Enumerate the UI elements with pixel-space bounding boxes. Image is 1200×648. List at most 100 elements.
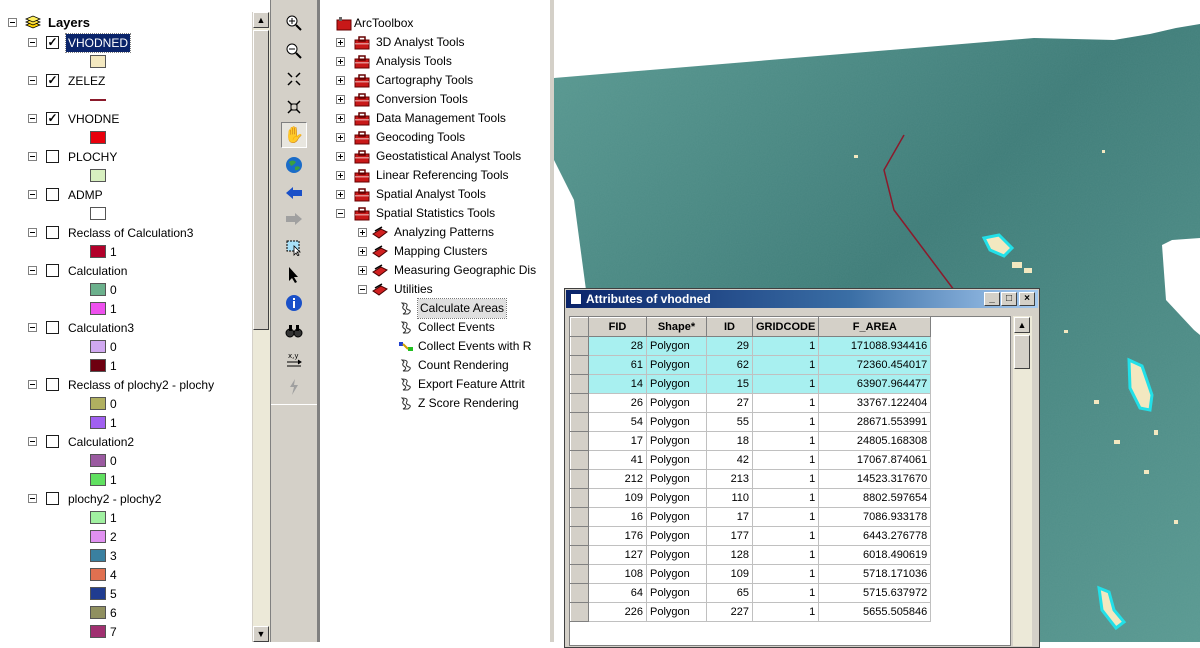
table-cell[interactable]: 1 — [751, 431, 820, 451]
table-cell[interactable]: 1 — [751, 507, 820, 527]
collapse-icon[interactable] — [28, 38, 37, 47]
table-cell[interactable]: 1 — [751, 545, 820, 565]
table-cell[interactable]: 8802.597654 — [818, 488, 932, 508]
row-selector[interactable] — [570, 488, 589, 508]
table-cell[interactable]: 109 — [588, 488, 647, 508]
pan-icon[interactable]: ✋ — [281, 122, 307, 148]
table-cell[interactable]: 27 — [706, 393, 753, 413]
table-cell[interactable]: 1 — [751, 450, 820, 470]
table-cell[interactable]: 14 — [588, 374, 647, 394]
row-selector[interactable] — [570, 602, 589, 622]
column-header[interactable]: F_AREA — [818, 317, 932, 337]
layer-name[interactable]: Calculation — [66, 262, 129, 280]
fill-symbol[interactable] — [90, 625, 106, 638]
collapse-icon[interactable] — [28, 266, 37, 275]
row-selector[interactable] — [570, 526, 589, 546]
table-cell[interactable]: 26 — [588, 393, 647, 413]
layer-visibility-checkbox[interactable] — [46, 378, 59, 391]
table-cell[interactable]: 17067.874061 — [818, 450, 932, 470]
table-cell[interactable]: 1 — [751, 583, 820, 603]
collapse-icon[interactable] — [28, 152, 37, 161]
table-row[interactable]: 61 Polygon 62 1 72360.454017 — [570, 355, 932, 375]
table-cell[interactable]: 5718.171036 — [818, 564, 932, 584]
table-row[interactable]: 109 Polygon 110 1 8802.597654 — [570, 488, 932, 508]
table-cell[interactable]: 17 — [706, 507, 753, 527]
table-cell[interactable]: 29 — [706, 336, 753, 356]
fixed-zoom-out-icon[interactable] — [281, 94, 307, 120]
hyperlink-icon[interactable] — [281, 374, 307, 400]
go-to-xy-icon[interactable]: x,y — [281, 346, 307, 372]
collapse-icon[interactable] — [336, 209, 345, 218]
table-cell[interactable]: 177 — [706, 526, 753, 546]
table-cell[interactable]: 63907.964477 — [818, 374, 932, 394]
table-cell[interactable]: 1 — [751, 602, 820, 622]
table-row[interactable]: 16 Polygon 17 1 7086.933178 — [570, 507, 932, 527]
fill-symbol[interactable] — [90, 359, 106, 372]
table-cell[interactable]: 127 — [588, 545, 647, 565]
table-cell[interactable]: 6443.276778 — [818, 526, 932, 546]
table-cell[interactable]: 17 — [588, 431, 647, 451]
table-cell[interactable]: 64 — [588, 583, 647, 603]
fill-symbol[interactable] — [90, 473, 106, 486]
fill-symbol[interactable] — [90, 340, 106, 353]
select-elements-icon[interactable] — [281, 262, 307, 288]
fill-symbol[interactable] — [90, 568, 106, 581]
find-icon[interactable] — [281, 318, 307, 344]
scroll-up-button[interactable]: ▲ — [253, 12, 269, 28]
table-cell[interactable]: 5655.505846 — [818, 602, 932, 622]
fill-symbol[interactable] — [90, 245, 106, 258]
expand-icon[interactable] — [336, 133, 345, 142]
table-cell[interactable]: 1 — [751, 374, 820, 394]
table-cell[interactable]: 18 — [706, 431, 753, 451]
layer-name[interactable]: plochy2 - plochy2 — [66, 490, 163, 508]
row-selector[interactable] — [570, 374, 589, 394]
fill-symbol[interactable] — [90, 606, 106, 619]
expand-icon[interactable] — [336, 76, 345, 85]
table-cell[interactable]: Polygon — [646, 602, 707, 622]
table-cell[interactable]: 14523.317670 — [818, 469, 932, 489]
layer-name[interactable]: Reclass of plochy2 - plochy — [66, 376, 216, 394]
table-cell[interactable]: 1 — [751, 393, 820, 413]
table-cell[interactable]: 61 — [588, 355, 647, 375]
layer-name[interactable]: Calculation3 — [66, 319, 136, 337]
table-cell[interactable]: Polygon — [646, 450, 707, 470]
row-selector[interactable] — [570, 545, 589, 565]
table-cell[interactable]: 1 — [751, 526, 820, 546]
fill-symbol[interactable] — [90, 55, 106, 68]
expand-icon[interactable] — [336, 57, 345, 66]
select-features-icon[interactable] — [281, 234, 307, 260]
scroll-down-button[interactable]: ▼ — [253, 626, 269, 642]
row-selector[interactable] — [570, 355, 589, 375]
fill-symbol[interactable] — [90, 283, 106, 296]
zoom-in-icon[interactable] — [281, 10, 307, 36]
column-header[interactable]: GRIDCODE — [751, 317, 820, 337]
collapse-icon[interactable] — [28, 76, 37, 85]
column-header[interactable]: FID — [588, 317, 647, 337]
table-row[interactable]: 26 Polygon 27 1 33767.122404 — [570, 393, 932, 413]
row-selector[interactable] — [570, 336, 589, 356]
collapse-icon[interactable] — [28, 494, 37, 503]
table-row[interactable]: 17 Polygon 18 1 24805.168308 — [570, 431, 932, 451]
table-cell[interactable]: 128 — [706, 545, 753, 565]
expand-icon[interactable] — [336, 95, 345, 104]
table-cell[interactable]: 1 — [751, 564, 820, 584]
line-symbol[interactable] — [90, 99, 106, 101]
forward-icon[interactable] — [281, 206, 307, 232]
table-cell[interactable]: 1 — [751, 469, 820, 489]
table-row[interactable]: 108 Polygon 109 1 5718.171036 — [570, 564, 932, 584]
table-cell[interactable]: 15 — [706, 374, 753, 394]
table-cell[interactable]: 171088.934416 — [818, 336, 932, 356]
layer-visibility-checkbox[interactable] — [46, 492, 59, 505]
table-row[interactable]: 41 Polygon 42 1 17067.874061 — [570, 450, 932, 470]
collapse-icon[interactable] — [28, 437, 37, 446]
fixed-zoom-in-icon[interactable] — [281, 66, 307, 92]
layer-name[interactable]: ADMP — [66, 186, 105, 204]
table-cell[interactable]: 42 — [706, 450, 753, 470]
table-row[interactable]: 212 Polygon 213 1 14523.317670 — [570, 469, 932, 489]
expand-icon[interactable] — [336, 171, 345, 180]
layer-visibility-checkbox[interactable] — [46, 264, 59, 277]
layer-visibility-checkbox[interactable]: ✓ — [46, 36, 59, 49]
table-cell[interactable]: Polygon — [646, 412, 707, 432]
fill-symbol[interactable] — [90, 397, 106, 410]
table-cell[interactable]: Polygon — [646, 488, 707, 508]
